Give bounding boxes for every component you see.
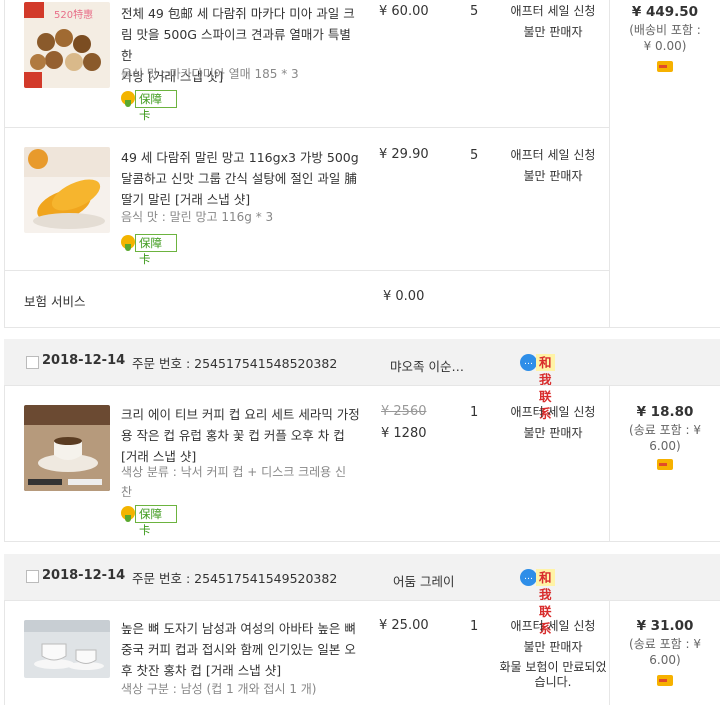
shop-name-link[interactable]: 어둠 그레이 (393, 571, 454, 590)
teacup-image (24, 620, 110, 678)
insurance-price: ¥ 0.00 (383, 289, 425, 304)
payment-card-icon[interactable] (657, 61, 673, 72)
original-price: ¥ 2560 (381, 404, 427, 419)
quantity: 5 (470, 4, 479, 19)
after-sale-link[interactable]: 애프터 세일 신청 (498, 616, 608, 637)
insurance-service-label: 보험 서비스 (24, 294, 86, 309)
guarantee-icon (121, 91, 135, 107)
shipping-note: (송료 포함 : ¥ 6.00) (629, 423, 701, 453)
product-title-link[interactable]: 크리 에이 티브 커피 컵 요리 세트 세라믹 가정 용 작은 컵 유럽 홍차 … (121, 404, 361, 467)
product-attribute: 음식 맛 : 마카다미아 열매 185 * 3 (121, 67, 299, 81)
payment-card-icon[interactable] (657, 459, 673, 470)
shop-name-link[interactable]: 먀오족 이순… (390, 356, 464, 375)
product-attribute: 음식 맛 : 말린 망고 116g * 3 (121, 210, 274, 224)
coffee-cup-image (24, 405, 110, 491)
quantity: 1 (470, 619, 479, 634)
macadamia-image: 520特惠 (24, 2, 110, 88)
chat-bubble-icon: … (520, 569, 537, 586)
order-total: ¥ 449.50 (631, 4, 699, 20)
quantity: 5 (470, 148, 479, 163)
unit-price: ¥ 60.00 (379, 4, 429, 19)
order-header: 2018-12-14 주문 번호 : 254517541549520382 어둠… (4, 554, 720, 636)
order-total: ¥ 31.00 (636, 618, 694, 634)
product-thumbnail-mango[interactable] (24, 147, 110, 233)
order-total: ¥ 18.80 (636, 404, 694, 420)
unit-price: ¥ 1280 (381, 426, 427, 441)
after-sale-link[interactable]: 애프터 세일 신청 (498, 1, 608, 22)
order-header: 2018-12-14 주문 번호 : 254517541548520382 먀오… (4, 339, 720, 421)
after-sale-link[interactable]: 애프터 세일 신청 (498, 145, 608, 166)
after-sale-link[interactable]: 애프터 세일 신청 (498, 402, 608, 423)
unit-price: ¥ 25.00 (379, 618, 429, 633)
payment-card-icon[interactable] (657, 675, 673, 686)
shipping-note: (배송비 포함 : ¥ 0.00) (629, 23, 701, 53)
guarantee-card-badge[interactable]: 保障卡 (121, 234, 177, 266)
complain-seller-link[interactable]: 불만 판매자 (498, 423, 608, 444)
shipping-note: (송료 포함 : ¥ 6.00) (629, 637, 701, 667)
guarantee-card-badge[interactable]: 保障卡 (121, 505, 177, 537)
svg-text:520特惠: 520特惠 (54, 8, 93, 21)
complain-seller-link[interactable]: 불만 판매자 (498, 637, 608, 658)
product-title-link[interactable]: 49 세 다람쥐 말린 망고 116gx3 가방 500g 달콤하고 신맛 그룹… (121, 147, 361, 210)
order-number: 주문 번호 : 254517541549520382 (132, 571, 338, 586)
guarantee-icon (121, 235, 135, 251)
unit-price: ¥ 29.90 (379, 147, 429, 162)
complain-seller-link[interactable]: 불만 판매자 (498, 22, 608, 43)
complain-seller-link[interactable]: 불만 판매자 (498, 166, 608, 187)
guarantee-card-badge[interactable]: 保障卡 (121, 90, 177, 122)
order-date: 2018-12-14 (42, 568, 126, 583)
order-select-checkbox[interactable] (26, 570, 39, 583)
order-select-checkbox[interactable] (26, 356, 39, 369)
product-title-link[interactable]: 높은 뼈 도자기 남성과 여성의 아바타 높은 뼈 중국 커피 컵과 접시와 함… (121, 618, 361, 681)
order-date: 2018-12-14 (42, 353, 126, 368)
product-attribute: 색상 구분 : 남성 (컵 1 개와 접시 1 개) (121, 682, 317, 696)
product-thumbnail-coffee-cup[interactable] (24, 405, 110, 491)
order-number: 주문 번호 : 254517541548520382 (132, 356, 338, 371)
quantity: 1 (470, 405, 479, 420)
chat-bubble-icon: … (520, 354, 537, 371)
product-thumbnail-macadamia[interactable]: 520特惠 (24, 2, 110, 88)
guarantee-icon (121, 506, 135, 522)
product-thumbnail-teacup[interactable] (24, 620, 110, 678)
dried-mango-image (24, 147, 110, 233)
freight-insurance-note: 화물 보험이 만료되었 습니다. (499, 660, 607, 689)
product-attribute: 색상 분류 : 낙서 커피 컵 + 디스크 크레용 신 찬 (121, 465, 347, 499)
